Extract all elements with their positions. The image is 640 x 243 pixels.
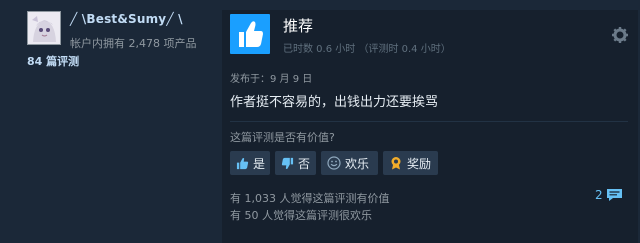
vote-funny-button[interactable]: 欢乐 (321, 151, 378, 175)
helpful-question: 这篇评测是否有价值? (230, 131, 335, 144)
review-posted-date: 发布于：9 月 9 日 (230, 74, 313, 85)
award-label: 奖励 (407, 156, 432, 171)
comment-bubble-icon (606, 189, 622, 201)
comments-link[interactable]: 2 (595, 187, 623, 203)
author-products-owned[interactable]: 帐户内拥有 2,478 项产品 (70, 35, 196, 51)
vote-yes-label: 是 (253, 156, 266, 171)
smiley-icon (327, 156, 341, 170)
funny-count: 有 50 人觉得这篇评测很欢乐 (230, 209, 372, 222)
comment-count: 2 (595, 188, 603, 202)
author-reviews-count[interactable]: 84 篇评测 (27, 53, 79, 69)
thumbs-up-icon (236, 157, 249, 169)
vote-funny-label: 欢乐 (345, 156, 370, 171)
review-content: 作者挺不容易的，出钱出力还要挨骂 (230, 95, 439, 110)
award-icon (391, 157, 401, 170)
thumbs-down-icon (281, 157, 294, 169)
vote-yes-button[interactable]: 是 (230, 151, 270, 175)
vote-no-label: 否 (298, 156, 311, 171)
avatar-image (28, 12, 60, 44)
thumbs-up-icon[interactable] (230, 14, 270, 54)
review-hours: 已时数 0.6 小时 （评测时 0.4 小时） (283, 44, 451, 55)
author-panel: ╱ \Best&Sumy╱ \ 帐户内拥有 2,478 项产品 84 篇评测 (0, 0, 215, 243)
vote-no-button[interactable]: 否 (275, 151, 316, 175)
gear-icon[interactable] (611, 26, 629, 44)
author-avatar[interactable] (27, 11, 61, 45)
review-verdict[interactable]: 推荐 (283, 15, 313, 36)
award-button[interactable]: 奖励 (383, 151, 438, 175)
review-card: 推荐 已时数 0.6 小时 （评测时 0.4 小时） 发布于：9 月 9 日 作… (222, 10, 638, 243)
author-username[interactable]: ╱ \Best&Sumy╱ \ (70, 12, 183, 26)
divider (230, 121, 628, 122)
helpful-count: 有 1,033 人觉得这篇评测有价值 (230, 192, 390, 205)
